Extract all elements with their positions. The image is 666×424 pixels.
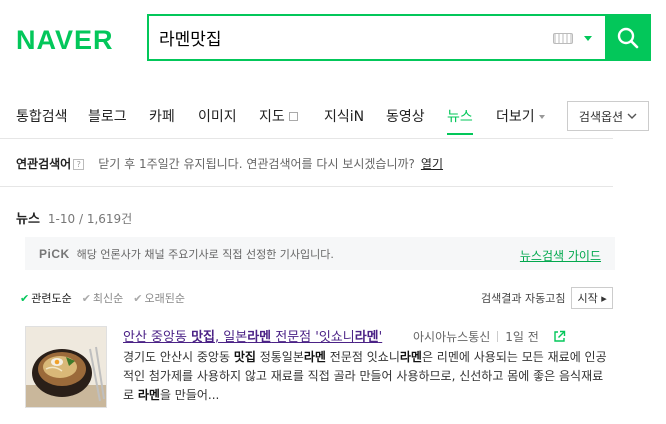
- share-icon[interactable]: [553, 330, 566, 343]
- sort-options: ✔ 관련도순 ✔ 최신순 ✔ 오래된순: [20, 290, 185, 306]
- check-icon: ✔: [133, 292, 143, 305]
- search-icon: [617, 27, 639, 48]
- desc-part: 을 만들어...: [159, 388, 220, 402]
- divider: [0, 138, 613, 139]
- desc-part: 경기도 안산시 중앙동: [123, 350, 234, 364]
- check-icon: ✔: [81, 292, 91, 305]
- tab-map-label: 지도: [259, 109, 285, 125]
- news-count: 1-10 / 1,619건: [47, 212, 133, 226]
- desc-keyword: 라멘: [399, 350, 422, 364]
- sort-latest[interactable]: ✔ 최신순: [82, 290, 124, 306]
- tab-map[interactable]: 지도: [259, 106, 298, 126]
- play-icon: ▸: [601, 292, 607, 305]
- pick-text: 해당 언론사가 채널 주요기사로 직접 선정한 기사입니다.: [76, 247, 334, 261]
- tab-blog[interactable]: 블로그: [88, 106, 127, 126]
- desc-part: 전문점 잇쇼니: [325, 350, 400, 364]
- auto-refresh-label: 검색결과 자동고침: [481, 292, 566, 305]
- title-part: ': [378, 330, 383, 345]
- related-open-link[interactable]: 열기: [421, 157, 443, 171]
- help-icon[interactable]: ?: [73, 159, 85, 170]
- check-icon: ✔: [20, 292, 30, 305]
- news-title: 뉴스: [16, 212, 40, 227]
- title-keyword: 라멘: [354, 330, 379, 345]
- tab-news[interactable]: 뉴스: [447, 106, 473, 126]
- tab-image[interactable]: 이미지: [198, 106, 237, 126]
- tab-more-label: 더보기: [496, 109, 535, 125]
- ramen-bowl-image: [26, 327, 106, 407]
- sort-latest-label: 최신순: [92, 292, 124, 305]
- sort-relevance[interactable]: ✔ 관련도순: [20, 290, 72, 306]
- keyboard-icon[interactable]: [553, 33, 573, 44]
- desc-part: 정통일본: [255, 350, 304, 364]
- article-thumbnail[interactable]: [25, 326, 107, 408]
- divider: [0, 186, 613, 187]
- article-source[interactable]: 아시아뉴스통신: [413, 328, 490, 345]
- caret-down-icon: [538, 115, 545, 119]
- article-description: 경기도 안산시 중앙동 맛집 정통일본라멘 전문점 잇쇼니라멘은 리멘에 사용되…: [123, 348, 613, 405]
- related-searches: 연관검색어? 닫기 후 1주일간 유지됩니다. 연관검색어를 다시 보시겠습니까?…: [16, 155, 443, 172]
- external-link-icon: [288, 111, 298, 121]
- pick-badge: PiCK: [39, 246, 70, 261]
- title-part: 안산 중앙동: [123, 330, 192, 345]
- desc-keyword: 라멘: [137, 388, 160, 402]
- active-tab-indicator: [447, 133, 473, 135]
- title-keyword: 맛집: [191, 330, 215, 345]
- tab-more[interactable]: 더보기: [496, 106, 545, 126]
- related-label: 연관검색어: [16, 157, 72, 171]
- search-options-label: 검색옵션: [578, 109, 624, 124]
- news-header: 뉴스 1-10 / 1,619건: [16, 208, 132, 227]
- desc-keyword: 맛집: [233, 350, 256, 364]
- tab-cafe[interactable]: 카페: [149, 106, 175, 126]
- title-part: , 일본: [215, 330, 248, 345]
- article-meta: 아시아뉴스통신 1일 전: [413, 328, 566, 345]
- tab-integrated[interactable]: 통합검색: [16, 106, 68, 126]
- title-part: 전문점 '잇쇼니: [271, 330, 355, 345]
- article-title-link[interactable]: 안산 중앙동 맛집, 일본라멘 전문점 '잇쇼니라멘': [123, 326, 382, 345]
- search-input[interactable]: [149, 17, 529, 58]
- title-keyword: 라멘: [247, 330, 272, 345]
- auto-refresh-start-label: 시작: [577, 292, 598, 305]
- sort-oldest-label: 오래된순: [144, 292, 185, 305]
- autocomplete-arrow-icon[interactable]: [584, 36, 592, 41]
- divider: [497, 331, 499, 342]
- search-options-button[interactable]: 검색옵션: [567, 101, 649, 131]
- pick-banner: PiCK 해당 언론사가 채널 주요기사로 직접 선정한 기사입니다. 뉴스검색…: [25, 237, 615, 270]
- article-time: 1일 전: [505, 330, 539, 344]
- search-box: [147, 14, 605, 61]
- auto-refresh: 검색결과 자동고침 시작 ▸: [481, 287, 613, 309]
- search-button[interactable]: [605, 14, 651, 61]
- news-guide-link[interactable]: 뉴스검색 가이드: [520, 247, 601, 264]
- tab-kin[interactable]: 지식iN: [324, 106, 364, 126]
- sort-oldest[interactable]: ✔ 오래된순: [133, 290, 185, 306]
- auto-refresh-start-button[interactable]: 시작 ▸: [571, 287, 613, 309]
- sort-relevance-label: 관련도순: [31, 292, 72, 305]
- related-message: 닫기 후 1주일간 유지됩니다. 연관검색어를 다시 보시겠습니까?: [98, 157, 415, 171]
- chevron-down-icon: [627, 113, 637, 119]
- naver-logo[interactable]: NAVER: [16, 25, 114, 56]
- tab-video[interactable]: 동영상: [386, 106, 425, 126]
- desc-keyword: 라멘: [303, 350, 326, 364]
